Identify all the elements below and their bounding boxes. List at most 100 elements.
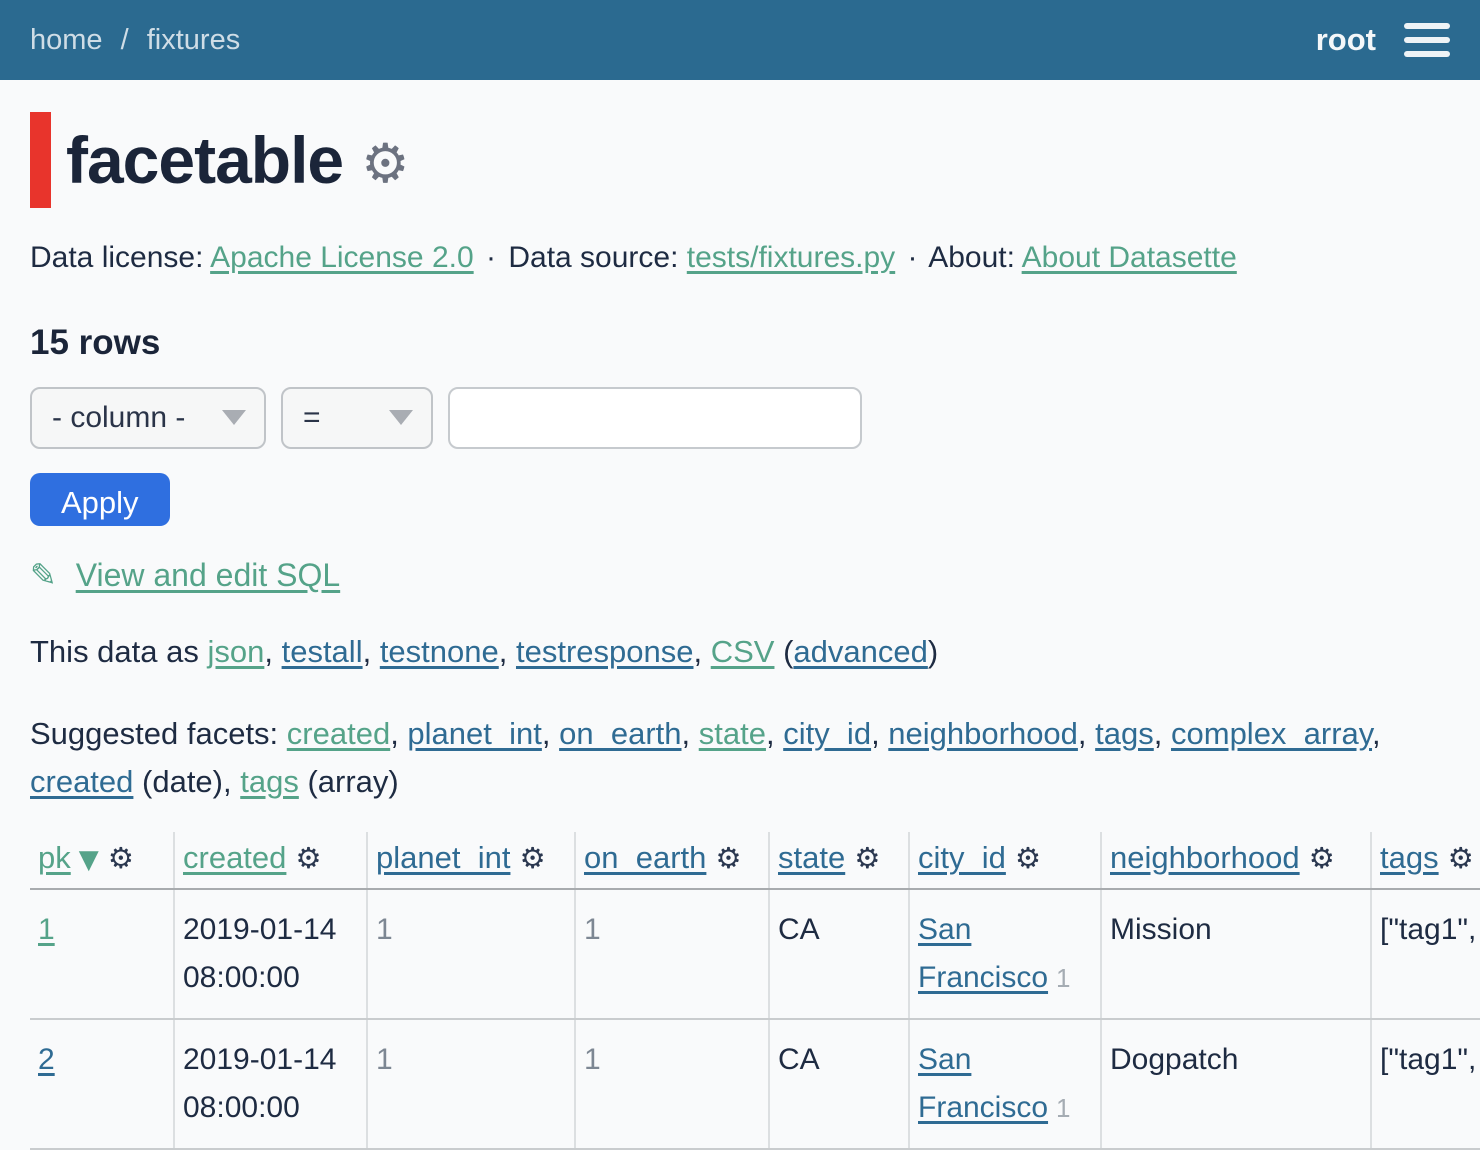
column-sort-link-city_id[interactable]: city_id: [918, 840, 1006, 875]
link-separator: ,: [766, 716, 783, 751]
column-gear-icon[interactable]: ⚙: [715, 841, 741, 875]
export-link-testall[interactable]: testall: [282, 634, 363, 669]
column-header-created: created ⚙: [174, 832, 367, 889]
row-count: 15 rows: [30, 323, 1450, 363]
filter-operator-select[interactable]: =: [281, 387, 433, 449]
link-separator: ,: [499, 634, 516, 669]
cell-value: 2019-01-14 08:00:00: [183, 913, 336, 994]
cell-value: 1: [584, 913, 601, 946]
facet-link-tags[interactable]: tags: [240, 764, 299, 799]
export-link-json[interactable]: json: [207, 634, 264, 669]
cell-on_earth: 1: [575, 889, 769, 1019]
apply-button[interactable]: Apply: [30, 473, 170, 526]
link-separator: (: [774, 634, 793, 669]
city_id-link[interactable]: San Francisco: [918, 1043, 1048, 1124]
column-header-state: state ⚙: [769, 832, 909, 889]
facet-link-city_id[interactable]: city_id: [783, 716, 871, 751]
nav-right: root: [1316, 19, 1450, 61]
column-sort-link-on_earth[interactable]: on_earth: [584, 840, 706, 875]
cell-value: 2019-01-14 08:00:00: [183, 1043, 336, 1124]
cell-pk: 1: [30, 889, 174, 1019]
hamburger-menu-icon[interactable]: [1404, 19, 1450, 61]
main-content: facetable ⚙ Data license: Apache License…: [0, 112, 1480, 1150]
cell-value: ["tag1", "tag2"]: [1380, 913, 1480, 946]
column-sort-link-state[interactable]: state: [778, 840, 845, 875]
separator-dot: ·: [486, 241, 496, 274]
pk-link[interactable]: 1: [38, 913, 55, 946]
table-settings-gear-icon[interactable]: ⚙: [361, 132, 409, 195]
column-sort-link-pk[interactable]: pk: [38, 840, 71, 875]
facet-link-neighborhood[interactable]: neighborhood: [888, 716, 1078, 751]
table-header-row: pk ▼ ⚙ created ⚙ planet_int ⚙ on_earth ⚙ state ⚙ ci…: [30, 832, 1480, 889]
cell-state: CA: [769, 1019, 909, 1149]
link-separator: ,: [682, 716, 699, 751]
column-gear-icon[interactable]: ⚙: [519, 841, 545, 875]
link-separator: ,: [1154, 716, 1171, 751]
column-header-on_earth: on_earth ⚙: [575, 832, 769, 889]
facets-prefix: Suggested facets:: [30, 716, 287, 751]
column-sort-link-created[interactable]: created: [183, 840, 286, 875]
about-link[interactable]: About Datasette: [1022, 241, 1237, 274]
suggested-facets: Suggested facets: created, planet_int, o…: [30, 710, 1450, 806]
facet-link-created[interactable]: created: [287, 716, 390, 751]
cell-pk: 2: [30, 1019, 174, 1149]
cell-value: 1: [584, 1043, 601, 1076]
page-title: facetable: [66, 122, 343, 198]
facet-link-created[interactable]: created: [30, 764, 133, 799]
filter-value-input[interactable]: [448, 387, 862, 449]
column-gear-icon[interactable]: ⚙: [108, 841, 134, 875]
link-separator: ,: [542, 716, 559, 751]
facet-link-tags[interactable]: tags: [1095, 716, 1154, 751]
column-sort-link-neighborhood[interactable]: neighborhood: [1110, 840, 1300, 875]
sql-link-row: ✎ View and edit SQL: [30, 556, 1450, 594]
column-header-tags: tags ⚙: [1371, 832, 1480, 889]
export-link-advanced[interactable]: advanced: [793, 634, 927, 669]
cell-raw-id: 1: [1056, 963, 1070, 993]
license-label: Data license:: [30, 241, 203, 274]
cell-value: CA: [778, 913, 820, 946]
column-gear-icon[interactable]: ⚙: [854, 841, 880, 875]
link-separator: ,: [1372, 716, 1381, 751]
cell-city_id: San Francisco 1: [909, 889, 1101, 1019]
sort-desc-icon: ▼: [79, 845, 99, 875]
filter-column-select[interactable]: - column -: [30, 387, 266, 449]
table-row: 1 2019-01-14 08:00:00 1 1 CA San Francisco 1 Mi…: [30, 889, 1480, 1019]
link-separator: (date),: [133, 764, 240, 799]
column-gear-icon[interactable]: ⚙: [1448, 841, 1474, 875]
city_id-link[interactable]: San Francisco: [918, 913, 1048, 994]
filter-bar: - column - =: [30, 387, 1450, 449]
filter-operator-value: =: [303, 401, 321, 435]
column-sort-link-tags[interactable]: tags: [1380, 840, 1439, 875]
export-link-CSV[interactable]: CSV: [711, 634, 775, 669]
link-separator: (array): [299, 764, 399, 799]
cell-planet_int: 1: [367, 1019, 575, 1149]
facet-link-planet_int[interactable]: planet_int: [407, 716, 541, 751]
column-header-pk: pk ▼ ⚙: [30, 832, 174, 889]
column-sort-link-planet_int[interactable]: planet_int: [376, 840, 510, 875]
cell-raw-id: 1: [1056, 1093, 1070, 1123]
facet-link-on_earth[interactable]: on_earth: [559, 716, 681, 751]
cell-created: 2019-01-14 08:00:00: [174, 1019, 367, 1149]
source-link[interactable]: tests/fixtures.py: [687, 241, 895, 274]
cell-value: Mission: [1110, 913, 1212, 946]
column-gear-icon[interactable]: ⚙: [1309, 841, 1335, 875]
cell-value: CA: [778, 1043, 820, 1076]
breadcrumb-home[interactable]: home: [30, 24, 103, 56]
cell-city_id: San Francisco 1: [909, 1019, 1101, 1149]
breadcrumb-database[interactable]: fixtures: [147, 24, 240, 56]
facet-link-complex_array[interactable]: complex_array: [1171, 716, 1372, 751]
user-label[interactable]: root: [1316, 22, 1376, 58]
pk-link[interactable]: 2: [38, 1043, 55, 1076]
metadata-line: Data license: Apache License 2.0 · Data …: [30, 238, 1450, 279]
column-gear-icon[interactable]: ⚙: [1015, 841, 1041, 875]
data-table-wrapper: pk ▼ ⚙ created ⚙ planet_int ⚙ on_earth ⚙ state ⚙ ci…: [30, 832, 1480, 1150]
cell-value: Dogpatch: [1110, 1043, 1238, 1076]
export-link-testresponse[interactable]: testresponse: [516, 634, 694, 669]
source-label: Data source:: [508, 241, 678, 274]
view-edit-sql-link[interactable]: View and edit SQL: [76, 557, 340, 593]
export-link-testnone[interactable]: testnone: [380, 634, 499, 669]
license-link[interactable]: Apache License 2.0: [210, 241, 474, 274]
column-gear-icon[interactable]: ⚙: [295, 841, 321, 875]
link-separator: ,: [1078, 716, 1095, 751]
facet-link-state[interactable]: state: [699, 716, 766, 751]
